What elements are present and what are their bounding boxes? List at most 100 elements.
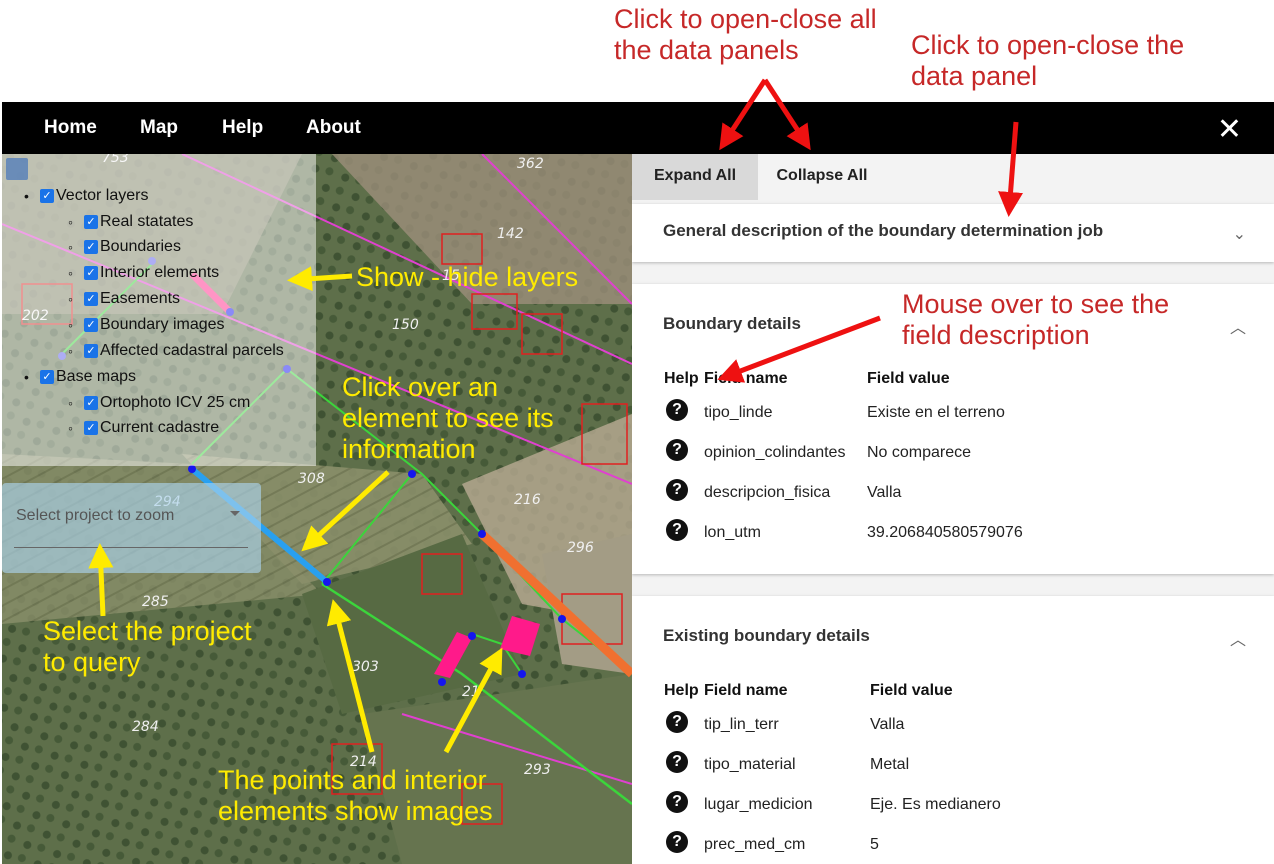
chevron-up-icon[interactable]: ︿ (1230, 626, 1246, 650)
layer-label: Base maps (56, 368, 137, 385)
help-icon[interactable]: ? (666, 519, 688, 541)
checkbox-icon[interactable]: ✓ (84, 344, 98, 358)
bullet-icon: ◦ (68, 291, 73, 307)
layer-item-ortophoto[interactable]: ◦ ✓ Ortophoto ICV 25 cm (68, 394, 250, 412)
nav-map[interactable]: Map (140, 117, 178, 139)
checkbox-icon[interactable]: ✓ (84, 215, 98, 229)
close-icon[interactable]: ✕ (1217, 112, 1242, 147)
map-label: 296 (567, 540, 594, 556)
layer-item-boundary-images[interactable]: ◦ ✓ Boundary images (68, 316, 225, 334)
bullet-icon: ◦ (68, 395, 73, 411)
help-icon[interactable]: ? (666, 831, 688, 853)
layer-label: Real statates (100, 213, 194, 230)
checkbox-icon[interactable]: ✓ (84, 266, 98, 280)
checkbox-icon[interactable]: ✓ (84, 240, 98, 254)
help-icon[interactable]: ? (666, 791, 688, 813)
bullet-icon: ◦ (68, 265, 73, 281)
checkbox-icon[interactable]: ✓ (40, 370, 54, 384)
field-name: lon_utm (704, 524, 761, 541)
chevron-up-icon[interactable]: ︿ (1230, 314, 1246, 338)
card-title[interactable]: Boundary details (663, 314, 801, 334)
callout-line: element to see its (342, 403, 554, 433)
help-icon[interactable]: ? (666, 751, 688, 773)
bullet-icon: ◦ (68, 420, 73, 436)
callout-line: The points and interior (218, 765, 487, 795)
callout-mouse-over: Mouse over to see the field description (902, 289, 1169, 351)
layer-item-easements[interactable]: ◦ ✓ Easements (68, 290, 180, 308)
card-title[interactable]: General description of the boundary dete… (663, 221, 1103, 241)
layer-item-vector[interactable]: • ✓ Vector layers (24, 187, 148, 205)
help-icon[interactable]: ? (666, 479, 688, 501)
checkbox-icon[interactable]: ✓ (84, 396, 98, 410)
help-icon[interactable]: ? (666, 399, 688, 421)
layer-label: Ortophoto ICV 25 cm (100, 394, 251, 411)
callout-points-images: The points and interior elements show im… (218, 765, 493, 827)
checkbox-icon[interactable]: ✓ (40, 189, 54, 203)
nav-help[interactable]: Help (222, 117, 263, 139)
callout-line: elements show images (218, 796, 493, 826)
callout-line: Click to open-close all (614, 4, 877, 34)
bullet-icon: ◦ (68, 343, 73, 359)
checkbox-icon[interactable]: ✓ (84, 421, 98, 435)
map-label: 293 (524, 762, 551, 778)
field-name: tip_lin_terr (704, 716, 779, 733)
col-header-help: Help (664, 370, 699, 387)
field-value: 39.206840580579076 (867, 524, 1023, 541)
bullet-icon: ◦ (68, 317, 73, 333)
bullet-icon: • (24, 188, 29, 204)
layer-switcher-toggle[interactable] (6, 158, 28, 180)
layer-label: Interior elements (100, 264, 220, 281)
col-header-help: Help (664, 682, 699, 699)
existing-boundary-card: Existing boundary details ︿ Help Field n… (632, 596, 1274, 864)
collapse-all-button[interactable]: Collapse All (762, 154, 882, 200)
card-title[interactable]: Existing boundary details (663, 626, 870, 646)
callout-line: information (342, 434, 476, 464)
checkbox-icon[interactable]: ✓ (84, 318, 98, 332)
field-value: Existe en el terreno (867, 404, 1005, 421)
chevron-down-icon[interactable]: ⌄ (1233, 224, 1246, 244)
layer-item-interior-elements[interactable]: ◦ ✓ Interior elements (68, 264, 219, 282)
callout-line: Mouse over to see the (902, 289, 1170, 319)
help-icon[interactable]: ? (666, 711, 688, 733)
project-select[interactable]: Select project to zoom (2, 483, 261, 573)
col-header-value: Field value (870, 682, 953, 699)
callout-line: field description (902, 320, 1090, 350)
col-header-field: Field name (704, 682, 788, 699)
layer-item-boundaries[interactable]: ◦ ✓ Boundaries (68, 238, 181, 256)
bullet-icon: ◦ (68, 214, 73, 230)
nav-about[interactable]: About (306, 117, 361, 139)
bullet-icon: ◦ (68, 239, 73, 255)
map-label: 285 (142, 594, 169, 610)
callout-line: Select the project (43, 616, 252, 646)
callout-line: data panel (911, 61, 1038, 91)
map-label: 21 (462, 684, 480, 700)
map-label: 308 (298, 471, 325, 487)
field-value: 5 (870, 836, 879, 853)
callout-select-project: Select the project to query (43, 616, 252, 678)
field-name: prec_med_cm (704, 836, 806, 853)
expand-all-button[interactable]: Expand All (632, 154, 758, 200)
callout-line: the data panels (614, 35, 799, 65)
nav-home[interactable]: Home (44, 117, 97, 139)
field-value: Metal (870, 756, 910, 773)
checkbox-icon[interactable]: ✓ (84, 292, 98, 306)
layer-label: Easements (100, 290, 181, 307)
select-underline (14, 547, 248, 548)
layer-item-affected-parcels[interactable]: ◦ ✓ Affected cadastral parcels (68, 342, 284, 360)
layer-switcher: • ✓ Vector layers ◦ ✓ Real statates ◦ ✓ Bounda… (2, 154, 316, 466)
help-icon[interactable]: ? (666, 439, 688, 461)
field-value: No comparece (867, 444, 972, 461)
layer-item-base-maps[interactable]: • ✓ Base maps (24, 368, 136, 386)
map-label: 303 (352, 659, 379, 675)
field-name: lugar_medicion (704, 796, 813, 813)
layer-label: Affected cadastral parcels (100, 342, 284, 359)
callout-click-element: Click over an element to see its informa… (342, 372, 554, 465)
layer-item-real-estates[interactable]: ◦ ✓ Real statates (68, 213, 193, 231)
map-label: 142 (497, 226, 524, 242)
layer-item-current-cadastre[interactable]: ◦ ✓ Current cadastre (68, 419, 219, 437)
callout-line: Click over an (342, 372, 499, 402)
col-header-value: Field value (867, 370, 950, 387)
layer-label: Boundaries (100, 238, 181, 255)
layer-label: Boundary images (100, 316, 225, 333)
general-description-card[interactable]: General description of the boundary dete… (632, 204, 1274, 262)
